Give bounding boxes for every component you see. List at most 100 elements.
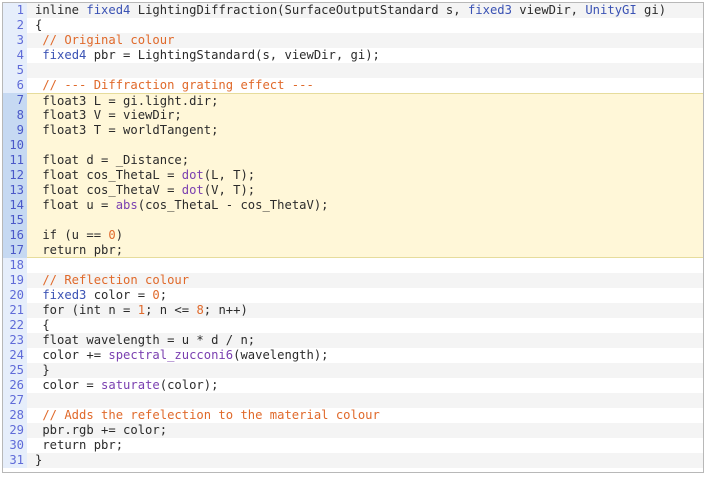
- code-text: }: [27, 363, 703, 378]
- line-number: 11: [3, 153, 27, 168]
- code-token: float3 L = gi.light.dir;: [35, 94, 219, 108]
- line-number: 28: [3, 408, 27, 423]
- code-text: // Adds the refelection to the material …: [27, 408, 703, 423]
- code-text: pbr.rgb += color;: [27, 423, 703, 438]
- code-line: 7 float3 L = gi.light.dir;: [3, 93, 703, 108]
- code-line: 30 return pbr;: [3, 438, 703, 453]
- line-number: 16: [3, 228, 27, 243]
- code-text: // --- Diffraction grating effect ---: [27, 78, 703, 93]
- code-token: spectral_zucconi6: [108, 348, 234, 362]
- code-text: inline fixed4 LightingDiffraction(Surfac…: [27, 3, 703, 18]
- code-token: fixed4: [86, 3, 131, 17]
- code-token: 0: [152, 288, 160, 302]
- code-text: [27, 138, 703, 153]
- code-lines: 1 inline fixed4 LightingDiffraction(Surfa…: [3, 3, 703, 468]
- code-text: {: [27, 318, 703, 333]
- line-number: 2: [3, 18, 27, 33]
- code-line: 9 float3 T = worldTangent;: [3, 123, 703, 138]
- code-text: float3 V = viewDir;: [27, 108, 703, 123]
- code-token: return pbr;: [35, 438, 124, 452]
- code-line: 21 for (int n = 1; n <= 8; n++): [3, 303, 703, 318]
- line-number: 21: [3, 303, 27, 318]
- line-number: 6: [3, 78, 27, 93]
- code-text: return pbr;: [27, 438, 703, 453]
- line-number: 8: [3, 108, 27, 123]
- code-token: color =: [35, 378, 102, 392]
- code-line: 16 if (u == 0): [3, 228, 703, 243]
- code-text: // Reflection colour: [27, 273, 703, 288]
- code-text: fixed3 color = 0;: [27, 288, 703, 303]
- code-token: gi): [636, 3, 667, 17]
- code-line: 28 // Adds the refelection to the materi…: [3, 408, 703, 423]
- code-token: // --- Diffraction grating effect ---: [35, 78, 314, 92]
- code-line: 1 inline fixed4 LightingDiffraction(Surfa…: [3, 3, 703, 18]
- code-line: 10: [3, 138, 703, 153]
- code-line: 20 fixed3 color = 0;: [3, 288, 703, 303]
- code-line: 17 return pbr;: [3, 243, 703, 258]
- line-number: 26: [3, 378, 27, 393]
- code-token: return pbr;: [35, 243, 124, 257]
- line-number: 9: [3, 123, 27, 138]
- line-number: 25: [3, 363, 27, 378]
- line-number: 30: [3, 438, 27, 453]
- code-token: // Original colour: [35, 33, 175, 47]
- line-number: 12: [3, 168, 27, 183]
- line-number: 24: [3, 348, 27, 363]
- code-line: 25 }: [3, 363, 703, 378]
- code-token: float3 T = worldTangent;: [35, 123, 219, 137]
- line-number: 1: [3, 3, 27, 18]
- code-token: ; n++): [203, 303, 248, 317]
- code-line: 6 // --- Diffraction grating effect ---: [3, 78, 703, 93]
- code-token: }: [35, 453, 43, 467]
- code-token: // Reflection colour: [35, 273, 190, 287]
- code-line: 5: [3, 63, 703, 78]
- code-line: 15: [3, 213, 703, 228]
- line-number: 17: [3, 243, 27, 258]
- code-text: float cos_ThetaL = dot(L, T);: [27, 168, 703, 183]
- line-number: 31: [3, 453, 27, 468]
- line-number: 5: [3, 63, 27, 78]
- code-text: float3 T = worldTangent;: [27, 123, 703, 138]
- code-token: (cos_ThetaL - cos_ThetaV);: [137, 198, 329, 212]
- line-number: 27: [3, 393, 27, 408]
- code-text: float cos_ThetaV = dot(V, T);: [27, 183, 703, 198]
- code-token: float3 V = viewDir;: [35, 108, 182, 122]
- line-number: 20: [3, 288, 27, 303]
- code-text: float wavelength = u * d / n;: [27, 333, 703, 348]
- code-text: float d = _Distance;: [27, 153, 703, 168]
- code-line: 14 float u = abs(cos_ThetaL - cos_ThetaV…: [3, 198, 703, 213]
- code-text: float u = abs(cos_ThetaL - cos_ThetaV);: [27, 198, 703, 213]
- line-number: 3: [3, 33, 27, 48]
- code-token: abs: [115, 198, 138, 212]
- code-token: UnityGI: [585, 3, 637, 17]
- code-line: 8 float3 V = viewDir;: [3, 108, 703, 123]
- code-line: 4 fixed4 pbr = LightingStandard(s, viewD…: [3, 48, 703, 63]
- code-token: color +=: [35, 348, 109, 362]
- code-token: (color);: [159, 378, 219, 392]
- code-token: pbr.rgb += color;: [35, 423, 168, 437]
- code-text: return pbr;: [27, 243, 703, 258]
- code-token: dot: [181, 168, 204, 182]
- code-token: color =: [86, 288, 153, 302]
- code-token: (wavelength);: [233, 348, 329, 362]
- code-line: 3 // Original colour: [3, 33, 703, 48]
- code-text: }: [27, 453, 703, 468]
- code-line: 19 // Reflection colour: [3, 273, 703, 288]
- code-text: color = saturate(color);: [27, 378, 703, 393]
- code-text: fixed4 pbr = LightingStandard(s, viewDir…: [27, 48, 703, 63]
- code-token: LightingDiffraction(SurfaceOutputStandar…: [130, 3, 468, 17]
- code-token: ): [115, 228, 124, 242]
- code-token: float u =: [35, 198, 116, 212]
- line-number: 23: [3, 333, 27, 348]
- code-text: // Original colour: [27, 33, 703, 48]
- code-line: 23 float wavelength = u * d / n;: [3, 333, 703, 348]
- line-number: 14: [3, 198, 27, 213]
- code-text: color += spectral_zucconi6(wavelength);: [27, 348, 703, 363]
- line-number: 15: [3, 213, 27, 228]
- code-text: [27, 393, 703, 408]
- code-line: 12 float cos_ThetaL = dot(L, T);: [3, 168, 703, 183]
- code-line: 24 color += spectral_zucconi6(wavelength…: [3, 348, 703, 363]
- code-text: [27, 258, 703, 273]
- code-token: }: [35, 363, 50, 377]
- code-token: ; n <=: [145, 303, 197, 317]
